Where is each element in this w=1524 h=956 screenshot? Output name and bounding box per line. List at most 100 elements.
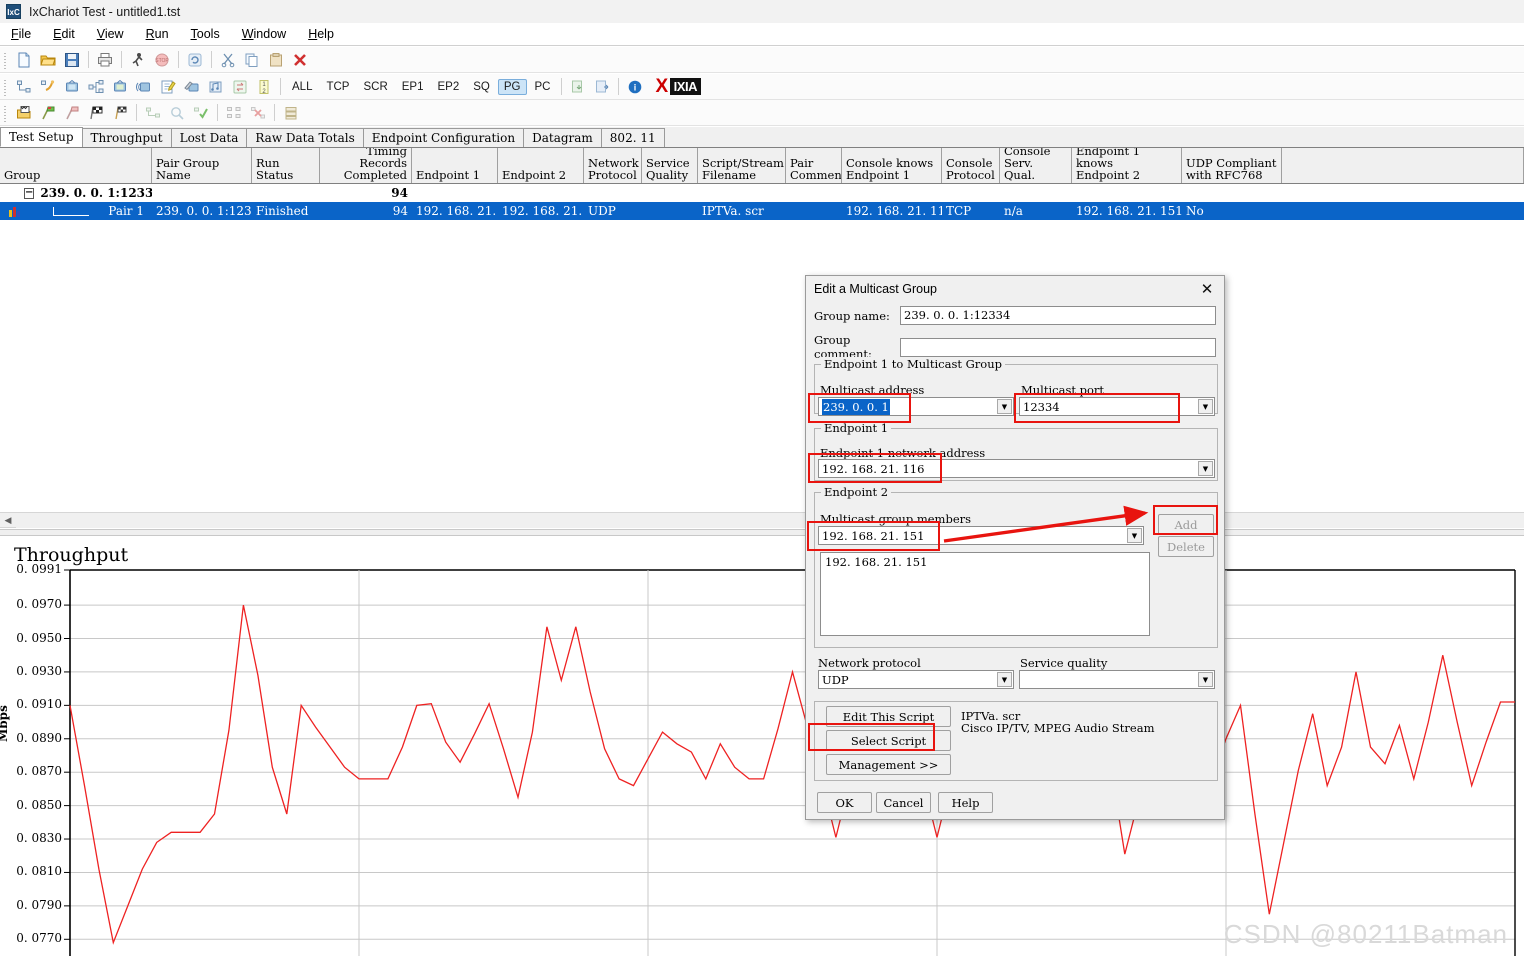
menu-tools[interactable]: Tools bbox=[180, 25, 231, 43]
pane-splitter[interactable] bbox=[0, 529, 1524, 536]
filter-pg[interactable]: PG bbox=[497, 78, 527, 95]
refresh-icon[interactable] bbox=[183, 49, 207, 71]
grid-column-header[interactable]: Group bbox=[0, 148, 152, 183]
toolbar-grip-icon[interactable] bbox=[2, 50, 9, 69]
inspect-icon[interactable] bbox=[165, 102, 189, 124]
tab-raw-data-totals[interactable]: Raw Data Totals bbox=[246, 128, 364, 147]
filter-scr[interactable]: SCR bbox=[357, 79, 393, 95]
toolbar-grip-icon[interactable] bbox=[2, 77, 9, 96]
network-protocol-combo[interactable]: UDP ▼ bbox=[818, 670, 1014, 689]
grid-column-header[interactable]: Pair Comment bbox=[786, 148, 842, 183]
filter-pc[interactable]: PC bbox=[529, 79, 557, 95]
open-results-icon[interactable] bbox=[12, 102, 36, 124]
group-name-input[interactable]: 239. 0. 0. 1:12334 bbox=[900, 306, 1216, 325]
group-expander-icon[interactable]: − bbox=[24, 187, 35, 199]
members-listbox[interactable]: 192. 168. 21. 151 bbox=[820, 552, 1150, 636]
grid-column-header[interactable]: Network Protocol bbox=[584, 148, 642, 183]
filter-all[interactable]: ALL bbox=[286, 79, 318, 95]
ok-button[interactable]: OK bbox=[817, 792, 872, 813]
grid-column-header[interactable]: Console Serv. Qual. bbox=[1000, 148, 1072, 183]
service-quality-combo[interactable]: ▼ bbox=[1019, 670, 1215, 689]
run-test-icon[interactable] bbox=[126, 49, 150, 71]
members-combo[interactable]: 192. 168. 21. 151 ▼ bbox=[818, 526, 1144, 545]
edit-pair-icon[interactable] bbox=[156, 76, 180, 98]
rerun-flag-icon[interactable] bbox=[108, 102, 132, 124]
menu-window[interactable]: Window bbox=[231, 25, 297, 43]
add-pair-icon[interactable] bbox=[12, 76, 36, 98]
delete-button[interactable]: Delete bbox=[1158, 536, 1214, 557]
edit-stream-icon[interactable] bbox=[204, 76, 228, 98]
add-button[interactable]: Add bbox=[1158, 514, 1214, 535]
filter-ep1[interactable]: EP1 bbox=[396, 79, 430, 95]
align-icon[interactable] bbox=[222, 102, 246, 124]
cancel-button[interactable]: Cancel bbox=[876, 792, 931, 813]
grid-column-header[interactable]: Console Protocol bbox=[942, 148, 1000, 183]
scroll-left-icon[interactable]: ◀ bbox=[0, 513, 16, 528]
list-item[interactable]: 192. 168. 21. 151 bbox=[825, 555, 1145, 569]
copy-icon[interactable] bbox=[240, 49, 264, 71]
grid-column-header[interactable]: Pair Group Name bbox=[152, 148, 252, 183]
tab-datagram[interactable]: Datagram bbox=[523, 128, 602, 147]
group-comment-input[interactable] bbox=[900, 337, 1216, 357]
close-icon[interactable]: ✕ bbox=[1196, 279, 1218, 299]
grid-column-header[interactable]: Endpoint 1 knows Endpoint 2 bbox=[1072, 148, 1182, 183]
import-icon[interactable] bbox=[566, 76, 590, 98]
add-video-multicast-icon[interactable] bbox=[108, 76, 132, 98]
remove-link-icon[interactable] bbox=[246, 102, 270, 124]
approve-icon[interactable] bbox=[189, 102, 213, 124]
add-hardware-pair-icon[interactable] bbox=[132, 76, 156, 98]
menu-help[interactable]: Help bbox=[297, 25, 345, 43]
tab-lost-data[interactable]: Lost Data bbox=[170, 128, 248, 147]
grid-horizontal-scrollbar[interactable]: ◀ bbox=[0, 512, 1524, 528]
filter-sq[interactable]: SQ bbox=[467, 79, 496, 95]
run-flag-icon[interactable] bbox=[36, 102, 60, 124]
delete-red-x-icon[interactable] bbox=[288, 49, 312, 71]
grid-column-header[interactable]: Timing Records Completed bbox=[320, 148, 412, 183]
tab-802-11[interactable]: 802. 11 bbox=[600, 128, 665, 147]
print-icon[interactable] bbox=[93, 49, 117, 71]
stop-test-icon[interactable]: STOP bbox=[150, 49, 174, 71]
open-folder-icon[interactable] bbox=[36, 49, 60, 71]
bar-chart-icon[interactable] bbox=[8, 205, 21, 218]
filter-ep2[interactable]: EP2 bbox=[432, 79, 466, 95]
chevron-down-icon[interactable]: ▼ bbox=[1198, 672, 1213, 687]
tab-endpoint-configuration[interactable]: Endpoint Configuration bbox=[362, 128, 525, 147]
grid-column-header[interactable]: Endpoint 2 bbox=[498, 148, 584, 183]
reorder-pairs-icon[interactable]: 12 bbox=[252, 76, 276, 98]
chevron-down-icon[interactable]: ▼ bbox=[1198, 461, 1213, 476]
grid-column-header[interactable]: Endpoint 1 bbox=[412, 148, 498, 183]
stack-icon[interactable] bbox=[279, 102, 303, 124]
checkered-flag-icon[interactable] bbox=[84, 102, 108, 124]
menu-edit[interactable]: Edit bbox=[42, 25, 86, 43]
scroll-track[interactable] bbox=[16, 512, 1524, 528]
info-icon[interactable]: i bbox=[623, 76, 647, 98]
grid-column-header[interactable]: Script/Stream Filename bbox=[698, 148, 786, 183]
toolbar-grip-icon[interactable] bbox=[2, 103, 9, 122]
new-document-icon[interactable] bbox=[12, 49, 36, 71]
save-disk-icon[interactable] bbox=[60, 49, 84, 71]
validate-icon[interactable] bbox=[141, 102, 165, 124]
help-button[interactable]: Help bbox=[938, 792, 993, 813]
cut-scissors-icon[interactable] bbox=[216, 49, 240, 71]
menu-view[interactable]: View bbox=[86, 25, 135, 43]
menu-run[interactable]: Run bbox=[135, 25, 180, 43]
chevron-down-icon[interactable]: ▼ bbox=[1198, 399, 1213, 414]
chevron-down-icon[interactable]: ▼ bbox=[1127, 528, 1142, 543]
chevron-down-icon[interactable]: ▼ bbox=[997, 399, 1012, 414]
chevron-down-icon[interactable]: ▼ bbox=[997, 672, 1012, 687]
table-row[interactable]: Pair 1 239. 0. 0. 1:12334 Finished 94 192. 1… bbox=[0, 202, 1524, 220]
stop-flag-icon[interactable] bbox=[60, 102, 84, 124]
grid-column-header[interactable]: Service Quality bbox=[642, 148, 698, 183]
grid-column-header[interactable]: Console knows Endpoint 1 bbox=[842, 148, 942, 183]
add-voip-pair-icon[interactable] bbox=[36, 76, 60, 98]
grid-column-header[interactable]: Run Status bbox=[252, 148, 320, 183]
swap-endpoints-icon[interactable] bbox=[228, 76, 252, 98]
tab-throughput[interactable]: Throughput bbox=[81, 128, 172, 147]
edit-this-script-button[interactable]: Edit This Script bbox=[826, 706, 951, 727]
multicast-address-combo[interactable]: 239. 0. 0. 1 ▼ bbox=[818, 397, 1014, 416]
paste-icon[interactable] bbox=[264, 49, 288, 71]
endpoint1-address-combo[interactable]: 192. 168. 21. 116 ▼ bbox=[818, 459, 1215, 478]
grid-column-header[interactable]: UDP Compliant with RFC768 bbox=[1182, 148, 1282, 183]
management-button[interactable]: Management >> bbox=[826, 754, 951, 775]
edit-video-icon[interactable] bbox=[180, 76, 204, 98]
